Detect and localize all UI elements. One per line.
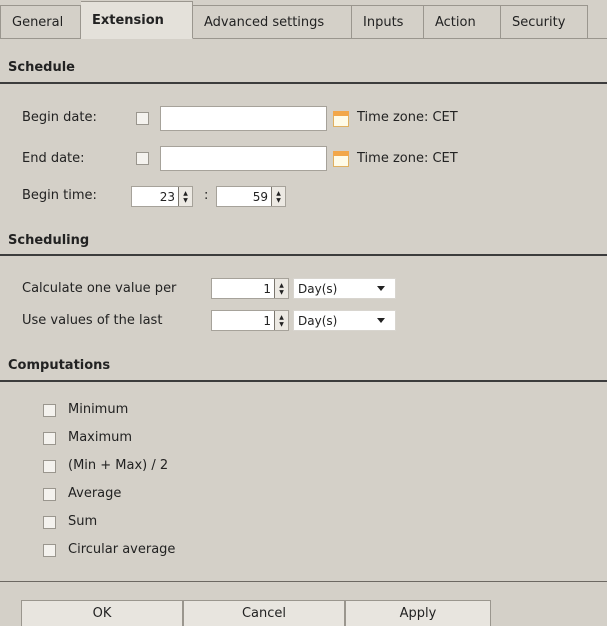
cancel-button[interactable]: Cancel	[183, 600, 345, 626]
spinner-arrows-icon[interactable]: ▲ ▼	[271, 187, 285, 206]
tab-security[interactable]: Security	[501, 5, 588, 38]
apply-button[interactable]: Apply	[345, 600, 491, 626]
end-timezone-label: Time zone: CET	[357, 151, 458, 166]
computations-divider	[0, 380, 607, 382]
tab-action[interactable]: Action	[424, 5, 501, 38]
maximum-label: Maximum	[68, 430, 133, 445]
end-date-checkbox[interactable]	[136, 152, 149, 165]
min-max-half-label: (Min + Max) / 2	[68, 458, 169, 473]
scheduling-section-title: Scheduling	[8, 233, 90, 248]
footer-divider	[0, 581, 607, 582]
begin-date-label: Begin date:	[22, 110, 97, 125]
sum-checkbox[interactable]	[43, 516, 56, 529]
schedule-section-title: Schedule	[8, 60, 75, 75]
scheduling-divider	[0, 254, 607, 256]
calc-per-unit-select[interactable]: Day(s)	[293, 278, 396, 299]
schedule-divider	[0, 82, 607, 84]
calc-per-value: 1	[263, 281, 271, 296]
calc-per-label: Calculate one value per	[22, 281, 177, 296]
minimum-checkbox[interactable]	[43, 404, 56, 417]
spinner-arrows-icon[interactable]: ▲ ▼	[178, 187, 192, 206]
use-last-label: Use values of the last	[22, 313, 163, 328]
tab-general[interactable]: General	[0, 5, 81, 38]
begin-date-input[interactable]	[160, 106, 327, 131]
time-separator: :	[204, 188, 209, 203]
calc-per-unit-value: Day(s)	[298, 281, 338, 296]
minimum-label: Minimum	[68, 402, 129, 417]
hour-value: 23	[159, 189, 175, 204]
ok-button[interactable]: OK	[21, 600, 183, 626]
tab-advanced-settings[interactable]: Advanced settings	[193, 5, 352, 38]
computations-section-title: Computations	[8, 358, 111, 373]
chevron-down-icon	[377, 318, 385, 323]
maximum-checkbox[interactable]	[43, 432, 56, 445]
average-label: Average	[68, 486, 122, 501]
begin-timezone-label: Time zone: CET	[357, 110, 458, 125]
use-last-unit-value: Day(s)	[298, 313, 338, 328]
tab-inputs[interactable]: Inputs	[352, 5, 424, 38]
chevron-down-icon	[377, 286, 385, 291]
calendar-icon[interactable]	[333, 151, 349, 167]
minute-value: 59	[252, 189, 268, 204]
end-date-label: End date:	[22, 151, 85, 166]
circular-average-label: Circular average	[68, 542, 176, 557]
use-last-spinner[interactable]: 1 ▲ ▼	[211, 310, 289, 331]
calc-per-spinner[interactable]: 1 ▲ ▼	[211, 278, 289, 299]
calendar-icon[interactable]	[333, 111, 349, 127]
min-max-half-checkbox[interactable]	[43, 460, 56, 473]
tab-extension[interactable]: Extension	[81, 1, 193, 39]
use-last-unit-select[interactable]: Day(s)	[293, 310, 396, 331]
circular-average-checkbox[interactable]	[43, 544, 56, 557]
average-checkbox[interactable]	[43, 488, 56, 501]
use-last-value: 1	[263, 313, 271, 328]
hour-spinner[interactable]: 23 ▲ ▼	[131, 186, 193, 207]
sum-label: Sum	[68, 514, 98, 529]
begin-time-label: Begin time:	[22, 188, 97, 203]
spinner-arrows-icon[interactable]: ▲ ▼	[274, 279, 288, 298]
spinner-arrows-icon[interactable]: ▲ ▼	[274, 311, 288, 330]
tab-bar: General Extension Advanced settings Inpu…	[0, 0, 607, 39]
minute-spinner[interactable]: 59 ▲ ▼	[216, 186, 286, 207]
begin-date-checkbox[interactable]	[136, 112, 149, 125]
end-date-input[interactable]	[160, 146, 327, 171]
